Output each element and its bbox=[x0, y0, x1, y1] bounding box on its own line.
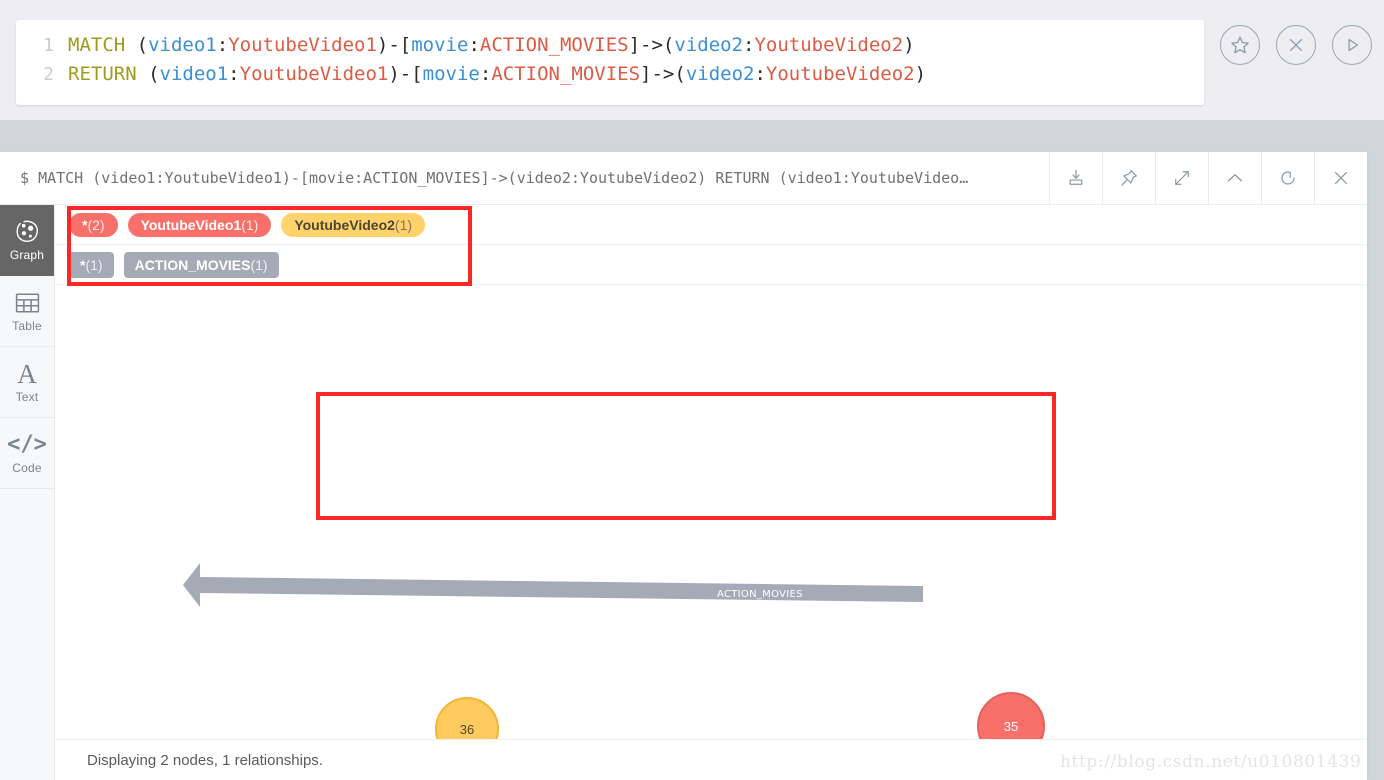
favorite-query-button[interactable] bbox=[1220, 25, 1260, 65]
frame-toolbar bbox=[1049, 152, 1367, 204]
code-line: 1 MATCH (video1:YoutubeVideo1)-[movie:ACT… bbox=[16, 31, 1204, 60]
code-token: video2 bbox=[685, 63, 755, 85]
code-token: YoutubeVideo1 bbox=[228, 34, 377, 56]
table-icon bbox=[15, 290, 40, 316]
code-token: ( bbox=[136, 34, 149, 56]
close-icon bbox=[1331, 168, 1351, 188]
sidebar-item-label: Table bbox=[12, 318, 42, 333]
code-token: ) bbox=[914, 63, 927, 85]
code-token: : bbox=[468, 34, 480, 56]
code-token: video1 bbox=[148, 34, 217, 56]
query-code[interactable]: 1 MATCH (video1:YoutubeVideo1)-[movie:ACT… bbox=[16, 31, 1204, 89]
code-token: MATCH bbox=[68, 34, 137, 56]
code-token: : bbox=[754, 63, 766, 85]
sidebar-item-label: Code bbox=[12, 460, 42, 475]
status-text: Displaying 2 nodes, 1 relationships. bbox=[87, 751, 323, 769]
code-token: video2 bbox=[674, 34, 744, 56]
editor-action-buttons bbox=[1220, 25, 1372, 65]
code-token: : bbox=[743, 34, 755, 56]
node-label-chip[interactable]: YoutubeVideo2(1) bbox=[281, 212, 426, 237]
code-token: : bbox=[228, 63, 240, 85]
result-body: *(2) YoutubeVideo1(1) YoutubeVideo2(1) *(1… bbox=[55, 205, 1367, 780]
frame-query-display[interactable]: $ MATCH (video1:YoutubeVideo1)-[movie:AC… bbox=[0, 152, 1049, 204]
code-icon: </> bbox=[7, 431, 47, 457]
code-token: )-[ bbox=[376, 34, 412, 56]
pin-button[interactable] bbox=[1102, 152, 1155, 204]
chip-count: (2) bbox=[87, 216, 105, 233]
code-token: movie bbox=[422, 63, 480, 85]
chevron-up-icon bbox=[1224, 167, 1246, 189]
chip-count: (1) bbox=[85, 256, 103, 273]
close-frame-button[interactable] bbox=[1314, 152, 1367, 204]
code-token: : bbox=[216, 34, 229, 56]
code-token: ACTION_MOVIES bbox=[479, 34, 629, 56]
relationship-type-chip[interactable]: *(1) bbox=[69, 251, 114, 278]
rerun-button[interactable] bbox=[1261, 152, 1314, 204]
code-token: movie bbox=[411, 34, 469, 56]
watermark: http://blog.csdn.net/u010801439 bbox=[1060, 752, 1362, 772]
fullscreen-button[interactable] bbox=[1155, 152, 1208, 204]
frame-query-text: $ MATCH (video1:YoutubeVideo1)-[movie:AC… bbox=[20, 169, 969, 187]
chip-label: YoutubeVideo1 bbox=[140, 216, 242, 233]
play-icon bbox=[1342, 35, 1362, 55]
sidebar-item-text[interactable]: A Text bbox=[0, 347, 54, 418]
graph-svg bbox=[183, 563, 923, 607]
code-token: ( bbox=[148, 63, 160, 85]
graph-canvas[interactable]: 36 35 ACTION_MOVIES bbox=[55, 285, 1367, 779]
close-icon bbox=[1286, 35, 1306, 55]
star-icon bbox=[1229, 34, 1251, 56]
collapse-button[interactable] bbox=[1208, 152, 1261, 204]
code-token: video1 bbox=[159, 63, 229, 85]
sidebar-item-label: Text bbox=[15, 389, 39, 404]
result-frame: $ MATCH (video1:YoutubeVideo1)-[movie:AC… bbox=[0, 152, 1367, 780]
code-line-number: 2 bbox=[43, 64, 54, 85]
query-editor-area: 1 MATCH (video1:YoutubeVideo1)-[movie:ACT… bbox=[0, 0, 1384, 120]
sidebar-item-code[interactable]: </> Code bbox=[0, 418, 54, 489]
code-token: ]->( bbox=[640, 63, 686, 85]
code-line: 2 RETURN (video1:YoutubeVideo1)-[movie:AC… bbox=[16, 60, 1204, 89]
node-label-chip[interactable]: *(2) bbox=[69, 212, 118, 237]
code-token: ]->( bbox=[628, 34, 675, 56]
chip-label: ACTION_MOVIES bbox=[134, 256, 251, 273]
code-token: ) bbox=[903, 34, 915, 56]
relationship-caption: ACTION_MOVIES bbox=[717, 589, 803, 600]
query-editor-card[interactable]: 1 MATCH (video1:YoutubeVideo1)-[movie:ACT… bbox=[16, 20, 1204, 105]
code-token: YoutubeVideo2 bbox=[765, 63, 915, 85]
chip-label: YoutubeVideo2 bbox=[294, 216, 395, 233]
sidebar-item-graph[interactable]: Graph bbox=[0, 205, 54, 276]
node-label-legend: *(2) YoutubeVideo1(1) YoutubeVideo2(1) bbox=[55, 205, 1367, 245]
node-label-chip[interactable]: YoutubeVideo1(1) bbox=[127, 212, 272, 237]
graph-icon bbox=[15, 219, 40, 245]
frame-header: $ MATCH (video1:YoutubeVideo1)-[movie:AC… bbox=[0, 152, 1367, 205]
code-line-number: 1 bbox=[43, 35, 54, 56]
refresh-icon bbox=[1278, 168, 1298, 188]
relationship-arrow bbox=[183, 563, 923, 607]
text-icon: A bbox=[17, 358, 37, 389]
sidebar-item-label: Graph bbox=[9, 247, 45, 262]
graph-node-caption: 36 bbox=[459, 721, 475, 737]
result-view-sidebar: Graph Table A Text </> Code bbox=[0, 205, 55, 780]
code-token: YoutubeVideo2 bbox=[754, 34, 904, 56]
code-token: YoutubeVideo1 bbox=[239, 63, 389, 85]
chip-count: (1) bbox=[394, 216, 413, 233]
run-query-button[interactable] bbox=[1332, 25, 1372, 65]
download-button[interactable] bbox=[1049, 152, 1102, 204]
sidebar-item-table[interactable]: Table bbox=[0, 276, 54, 347]
clear-query-button[interactable] bbox=[1276, 25, 1316, 65]
relationship-type-chip[interactable]: ACTION_MOVIES(1) bbox=[123, 251, 279, 278]
download-icon bbox=[1066, 168, 1086, 188]
chip-count: (1) bbox=[241, 216, 259, 233]
code-token: : bbox=[479, 63, 492, 85]
graph-node-caption: 35 bbox=[1003, 718, 1019, 734]
code-token: ACTION_MOVIES bbox=[491, 63, 641, 85]
relationship-type-legend: *(1) ACTION_MOVIES(1) bbox=[55, 245, 1367, 285]
code-token: )-[ bbox=[388, 63, 423, 85]
chip-count: (1) bbox=[250, 256, 268, 273]
code-token: RETURN bbox=[68, 63, 149, 85]
expand-icon bbox=[1172, 168, 1192, 188]
pin-icon bbox=[1119, 168, 1139, 188]
